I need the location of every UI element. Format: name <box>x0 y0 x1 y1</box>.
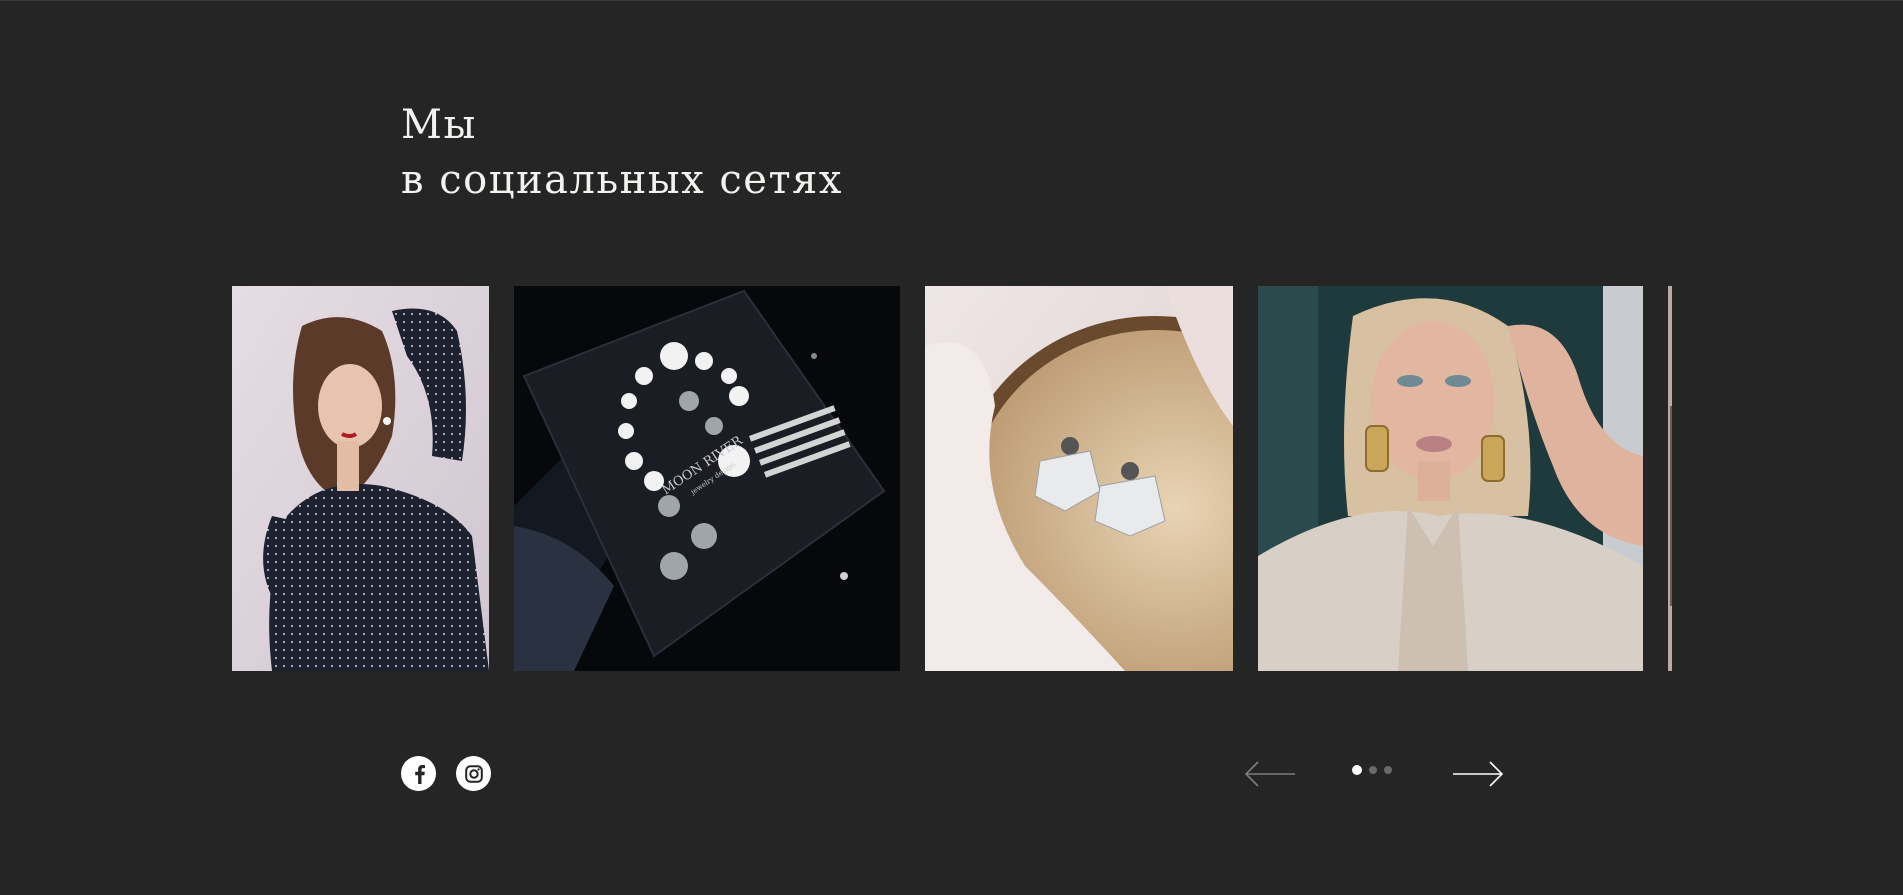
pagination-dot-1[interactable] <box>1352 765 1362 775</box>
arrow-left-icon <box>1244 761 1295 787</box>
woman-polka-dot-blouse-photo <box>232 286 489 671</box>
gallery-item-5[interactable] <box>1668 286 1672 671</box>
section-heading: Мы в социальных сетях <box>401 98 843 208</box>
carousel-pagination <box>1352 765 1392 775</box>
arrow-right-icon <box>1453 761 1504 787</box>
social-gallery: MOON RIVER jewelry design <box>0 286 1903 671</box>
next-photo-partial <box>1668 286 1672 671</box>
facebook-button[interactable] <box>401 756 436 791</box>
carousel-next-button[interactable] <box>1452 759 1504 789</box>
social-links <box>401 756 491 791</box>
gallery-item-3[interactable] <box>925 286 1233 671</box>
woman-gold-earrings-photo <box>1258 286 1643 671</box>
instagram-icon <box>464 764 483 783</box>
pagination-dot-3[interactable] <box>1384 766 1392 774</box>
facebook-icon <box>414 764 425 784</box>
heading-line-2: в социальных сетях <box>401 157 843 203</box>
carousel-prev-button[interactable] <box>1244 759 1296 789</box>
instagram-button[interactable] <box>456 756 491 791</box>
pearl-bracelet-photo: MOON RIVER jewelry design <box>514 286 900 671</box>
gallery-item-4[interactable] <box>1258 286 1643 671</box>
top-divider <box>0 0 1903 1</box>
heading-line-1: Мы <box>401 102 477 148</box>
pagination-dot-2[interactable] <box>1369 766 1377 774</box>
crystal-earrings-photo <box>925 286 1233 671</box>
gallery-item-1[interactable] <box>232 286 489 671</box>
gallery-item-2[interactable]: MOON RIVER jewelry design <box>514 286 900 671</box>
